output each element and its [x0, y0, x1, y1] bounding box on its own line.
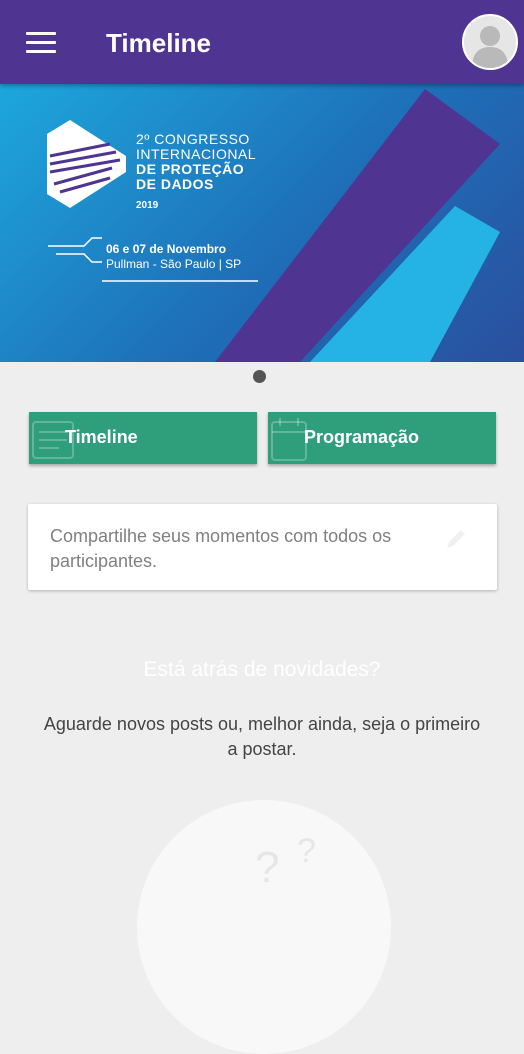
timeline-button-label: Timeline [65, 427, 138, 447]
congress-title: 2º CONGRESSO INTERNACIONAL DE PROTEÇÃO D… [136, 132, 256, 213]
carousel-indicator[interactable] [253, 370, 266, 383]
congress-year: 2019 [136, 200, 159, 211]
logo-line-3: DE PROTEÇÃO [136, 161, 245, 177]
banner-graphic [47, 89, 500, 362]
programacao-button[interactable]: Programação [268, 412, 496, 464]
event-banner[interactable]: 2º CONGRESSO INTERNACIONAL DE PROTEÇÃO D… [0, 84, 524, 362]
svg-text:?: ? [297, 832, 316, 870]
share-placeholder: Compartilhe seus momentos com todos os p… [50, 526, 392, 571]
event-dates: 06 e 07 de Novembro [106, 242, 227, 256]
timeline-button[interactable]: Timeline [29, 412, 257, 464]
pencil-icon [447, 530, 465, 548]
programacao-button-label: Programação [304, 427, 420, 447]
logo-line-2: INTERNACIONAL [136, 146, 257, 162]
share-post-input[interactable]: Compartilhe seus momentos com todos os p… [28, 504, 497, 590]
user-avatar-icon[interactable] [462, 14, 518, 70]
event-venue: Pullman - São Paulo | SP [106, 257, 242, 271]
hamburger-menu-icon[interactable] [26, 32, 56, 54]
page-title: Timeline [106, 28, 212, 58]
logo-line-1: 2º CONGRESSO [136, 131, 250, 147]
logo-line-4: DE DADOS [136, 176, 214, 192]
empty-state-subtitle: Aguarde novos posts ou, melhor ainda, se… [43, 714, 481, 759]
app-bar: Timeline [0, 0, 524, 84]
svg-text:?: ? [255, 843, 279, 892]
congress-logo-icon [47, 120, 126, 208]
event-info: 06 e 07 de Novembro Pullman - São Paulo … [106, 242, 241, 272]
question-marks-icon: ? ? [137, 800, 391, 1054]
empty-state-title: Está atrás de novidades? [143, 658, 381, 681]
